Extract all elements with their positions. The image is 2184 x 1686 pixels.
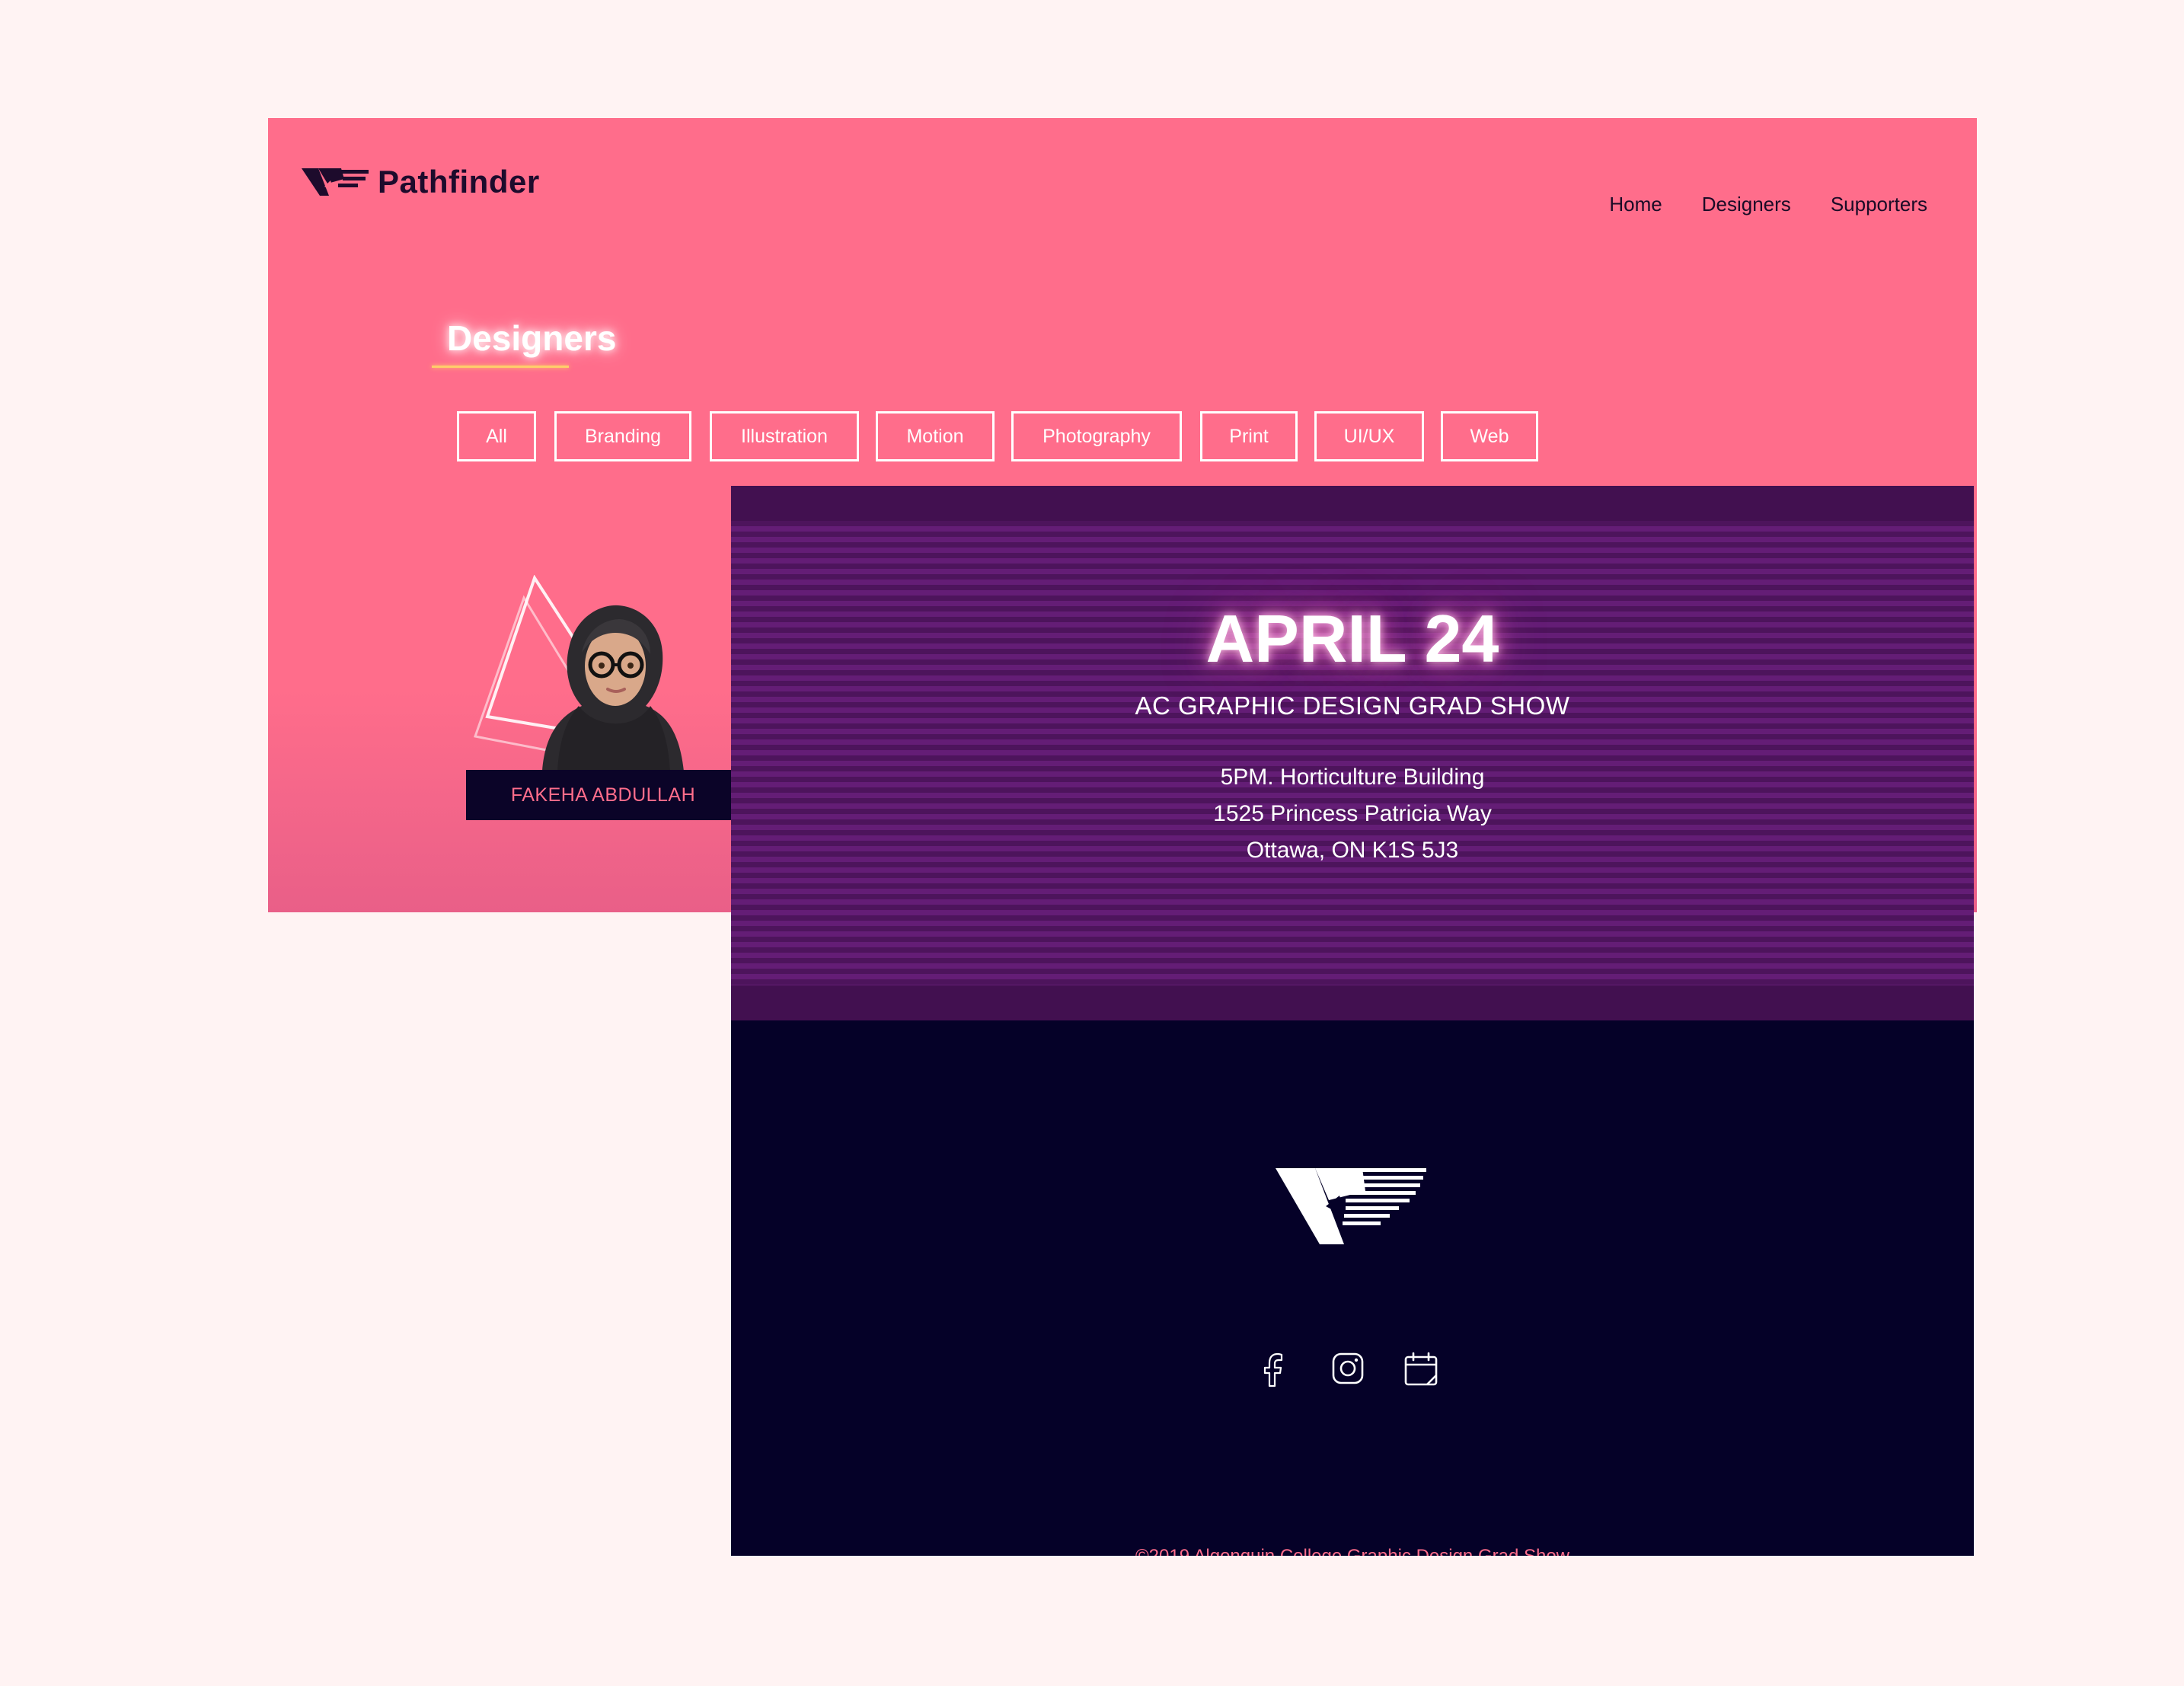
event-address-line: Ottawa, ON K1S 5J3 xyxy=(1246,838,1459,863)
event-banner: APRIL 24 AC GRAPHIC DESIGN GRAD SHOW 5PM… xyxy=(731,486,1974,1020)
event-address-line: 1525 Princess Patricia Way xyxy=(1213,801,1492,826)
filter-branding[interactable]: Branding xyxy=(554,411,691,461)
designer-card[interactable]: FAKEHA ABDULLAH xyxy=(466,575,740,912)
event-date: APRIL 24 xyxy=(1205,601,1499,676)
filter-print[interactable]: Print xyxy=(1200,411,1298,461)
facebook-icon[interactable] xyxy=(1258,1351,1288,1387)
designer-portrait-icon xyxy=(542,605,684,771)
filter-motion[interactable]: Motion xyxy=(876,411,995,461)
filter-ui-ux[interactable]: UI/UX xyxy=(1314,411,1424,461)
nav-designers[interactable]: Designers xyxy=(1702,193,1791,216)
footer-logo-icon xyxy=(1276,1168,1426,1244)
banner-top-strip xyxy=(731,486,1974,521)
event-panel: APRIL 24 AC GRAPHIC DESIGN GRAD SHOW 5PM… xyxy=(731,486,1974,1556)
designer-name: FAKEHA ABDULLAH xyxy=(466,770,740,820)
main-nav: Home Designers Supporters xyxy=(1609,193,1927,216)
brand-name: Pathfinder xyxy=(378,164,540,200)
event-address-line: 5PM. Horticulture Building xyxy=(1220,765,1485,790)
event-name: AC GRAPHIC DESIGN GRAD SHOW xyxy=(1135,691,1570,720)
social-links xyxy=(1258,1351,1448,1389)
nav-home[interactable]: Home xyxy=(1609,193,1662,216)
banner-bottom-strip xyxy=(731,985,1974,1020)
filter-all[interactable]: All xyxy=(457,411,536,461)
brand-logo[interactable]: Pathfinder xyxy=(302,164,540,200)
pathfinder-logo-icon xyxy=(302,168,369,196)
page-title: Designers xyxy=(447,318,617,358)
calendar-icon[interactable] xyxy=(1403,1351,1439,1387)
filter-illustration[interactable]: Illustration xyxy=(710,411,859,461)
copyright-text: ©2019 Algonquin College Graphic Design G… xyxy=(731,1546,1974,1556)
filter-photography[interactable]: Photography xyxy=(1011,411,1182,461)
title-underline xyxy=(432,366,569,368)
instagram-icon[interactable] xyxy=(1330,1351,1365,1386)
filter-web[interactable]: Web xyxy=(1441,411,1538,461)
nav-supporters[interactable]: Supporters xyxy=(1831,193,1927,216)
